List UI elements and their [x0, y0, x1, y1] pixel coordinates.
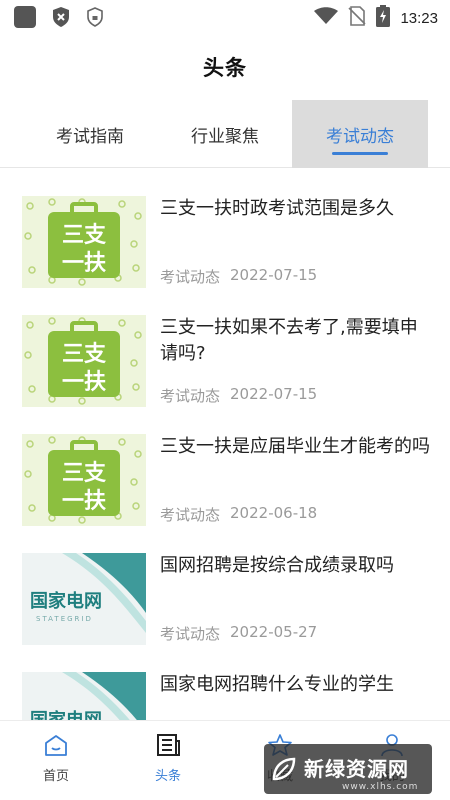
- article-title: 国家电网招聘什么专业的学生: [160, 674, 394, 695]
- app-icon: [14, 6, 36, 28]
- watermark-logo: 新绿资源网 www.xlhs.com: [264, 744, 432, 794]
- article-category: 考试动态: [160, 387, 221, 405]
- nav-home[interactable]: 首页: [16, 733, 96, 793]
- news-icon: [155, 733, 181, 761]
- article-thumbnail: 三支 一扶: [22, 434, 146, 526]
- article-title: 三支一扶是应届毕业生才能考的吗: [160, 436, 430, 457]
- tab-exam-guide[interactable]: 考试指南: [22, 100, 158, 168]
- svg-text:三支: 三支: [62, 223, 107, 248]
- article-category: 考试动态: [160, 506, 221, 524]
- svg-text:国家电网: 国家电网: [30, 709, 102, 720]
- article-category: 考试动态: [160, 268, 221, 286]
- tab-bar: 考试指南 行业聚焦 考试动态: [0, 100, 450, 168]
- article-date: 2022-07-15: [230, 385, 318, 403]
- article-thumbnail: 国家电网STATEGRID: [22, 672, 146, 720]
- watermark-sub: www.xlhs.com: [342, 782, 419, 792]
- watermark-text: 新绿资源网: [304, 757, 409, 781]
- article-thumbnail: 三支 一扶: [22, 196, 146, 288]
- article-list[interactable]: 三支 一扶 三支一扶时政考试范围是多久 考试动态 2022-07-15 三支 一扶 三支一扶如…: [0, 168, 450, 720]
- battery-charging-icon: [376, 5, 391, 31]
- svg-text:国家电网: 国家电网: [30, 590, 102, 612]
- article-date: 2022-07-15: [230, 266, 318, 284]
- article-meta: 考试动态 2022-07-15: [160, 266, 317, 287]
- nav-label-news: 头条: [154, 769, 181, 784]
- svg-text:一扶: 一扶: [62, 489, 106, 514]
- watermark-leaf-icon: [272, 757, 296, 781]
- article-date: 2022-06-18: [230, 504, 318, 522]
- article-item[interactable]: 三支 一扶 三支一扶如果不去考了,需要填申请吗? 考试动态 2022-07-15: [0, 287, 450, 407]
- article-title: 三支一扶如果不去考了,需要填申请吗?: [160, 317, 418, 364]
- status-bar: 13:23: [0, 0, 450, 34]
- tab-active-indicator: [332, 152, 388, 155]
- tab-exam-news[interactable]: 考试动态: [292, 100, 428, 168]
- nav-news[interactable]: 头条: [128, 733, 208, 793]
- shield-x-icon: [50, 6, 72, 28]
- article-date: 2022-05-27: [230, 623, 318, 641]
- article-thumbnail: 三支 一扶: [22, 315, 146, 407]
- article-title: 国网招聘是按综合成绩录取吗: [160, 555, 394, 576]
- article-item[interactable]: 国家电网STATEGRID 国家电网招聘什么专业的学生: [0, 644, 450, 720]
- tab-industry-focus[interactable]: 行业聚焦: [158, 100, 292, 168]
- page-title: 头条: [203, 56, 247, 80]
- header: 头条: [0, 34, 450, 100]
- article-meta: 考试动态 2022-07-15: [160, 385, 317, 406]
- wifi-icon: [314, 7, 339, 29]
- svg-text:三支: 三支: [62, 342, 107, 367]
- article-category: 考试动态: [160, 625, 221, 643]
- svg-text:一扶: 一扶: [62, 251, 106, 276]
- article-title: 三支一扶时政考试范围是多久: [160, 198, 394, 219]
- article-meta: 考试动态 2022-06-18: [160, 504, 317, 525]
- svg-text:一扶: 一扶: [62, 370, 106, 395]
- article-item[interactable]: 三支 一扶 三支一扶时政考试范围是多久 考试动态 2022-07-15: [0, 168, 450, 288]
- status-time: 13:23: [400, 9, 438, 27]
- nav-label-home: 首页: [42, 769, 69, 784]
- article-item[interactable]: 国家电网 STATEGRID 国网招聘是按综合成绩录取吗 考试动态 2022-05-27: [0, 525, 450, 645]
- article-meta: 考试动态 2022-05-27: [160, 623, 317, 644]
- article-item[interactable]: 三支 一扶 三支一扶是应届毕业生才能考的吗 考试动态 2022-06-18: [0, 406, 450, 526]
- article-thumbnail: 国家电网 STATEGRID: [22, 553, 146, 645]
- no-sim-icon: [348, 6, 367, 30]
- home-icon: [43, 733, 69, 761]
- svg-text:三支: 三支: [62, 461, 107, 486]
- svg-text:STATEGRID: STATEGRID: [36, 615, 93, 623]
- shield-lock-icon: [84, 6, 106, 28]
